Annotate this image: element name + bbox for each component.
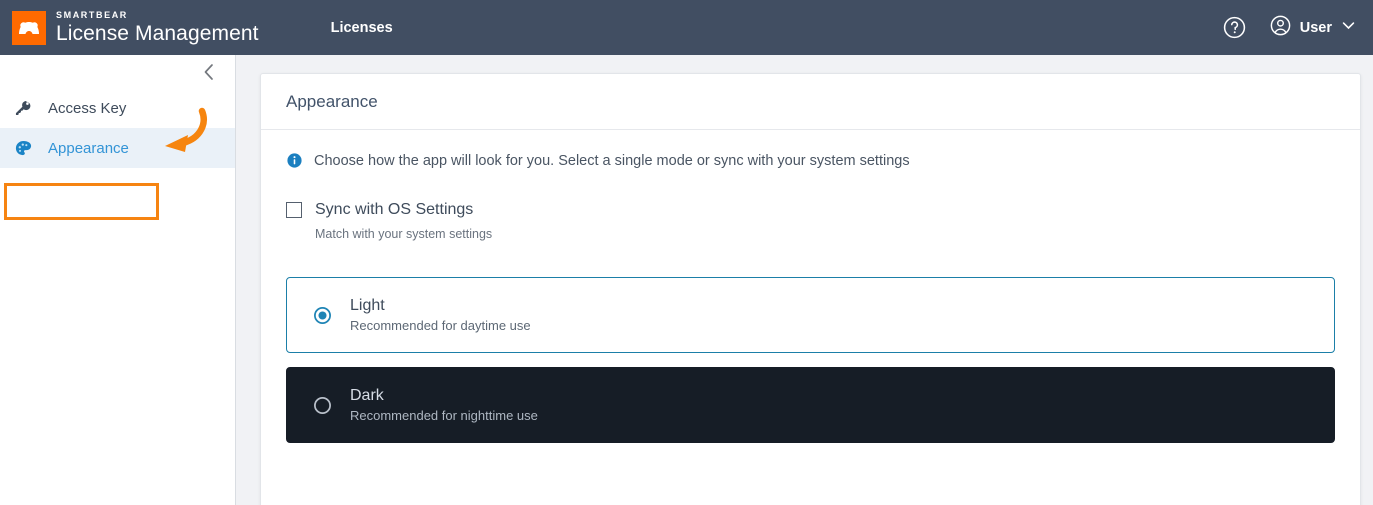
mode-option-dark[interactable]: Dark Recommended for nighttime use: [286, 367, 1335, 443]
nav-item-licenses[interactable]: Licenses: [327, 14, 397, 42]
mode-subtitle: Recommended for daytime use: [350, 318, 531, 333]
info-text: Choose how the app will look for you. Se…: [314, 152, 910, 169]
sidebar: Access Key Appearance: [0, 55, 236, 505]
radio-unselected-icon[interactable]: [313, 396, 332, 415]
brand-superlabel: SMARTBEAR: [56, 10, 128, 20]
app-root: SMARTBEAR License Management Licenses Us…: [0, 0, 1373, 505]
page-title: Appearance: [286, 91, 378, 111]
sync-os-row[interactable]: Sync with OS Settings: [286, 201, 1335, 219]
sidebar-item-appearance[interactable]: Appearance: [0, 128, 235, 168]
annotation-highlight-box: [4, 183, 159, 220]
chevron-left-icon[interactable]: [199, 60, 219, 84]
appearance-card: Appearance Choose how the app will look …: [260, 73, 1361, 505]
radio-selected-icon[interactable]: [313, 306, 332, 325]
info-banner: Choose how the app will look for you. Se…: [286, 152, 1335, 169]
mode-title: Light: [350, 297, 385, 314]
main-nav: Licenses: [327, 14, 397, 42]
user-circle-icon: [1269, 14, 1292, 42]
sync-os-checkbox[interactable]: [286, 202, 302, 218]
brand[interactable]: SMARTBEAR License Management: [0, 10, 259, 45]
mode-subtitle: Recommended for nighttime use: [350, 408, 538, 423]
sync-os-sublabel: Match with your system settings: [315, 227, 493, 241]
sidebar-collapse-row: [0, 55, 235, 88]
smartbear-logo-icon: [12, 10, 46, 45]
brand-title: License Management: [56, 22, 259, 45]
help-circle-icon[interactable]: [1222, 15, 1247, 40]
sidebar-item-label: Access Key: [48, 99, 127, 117]
sidebar-item-access-key[interactable]: Access Key: [0, 88, 235, 128]
user-name-label: User: [1299, 19, 1332, 36]
sync-os-label[interactable]: Sync with OS Settings: [315, 201, 473, 219]
main-content: Appearance Choose how the app will look …: [236, 55, 1373, 505]
user-menu[interactable]: User: [1269, 14, 1357, 42]
sidebar-item-label: Appearance: [48, 139, 129, 157]
chevron-down-icon[interactable]: [1340, 17, 1357, 39]
card-header: Appearance: [261, 74, 1360, 130]
info-icon: [286, 152, 303, 169]
app-header: SMARTBEAR License Management Licenses Us…: [0, 0, 1373, 55]
mode-title: Dark: [350, 387, 384, 404]
mode-option-light[interactable]: Light Recommended for daytime use: [286, 277, 1335, 353]
key-icon: [14, 99, 40, 117]
card-body: Choose how the app will look for you. Se…: [261, 130, 1360, 443]
header-actions: User: [1222, 0, 1357, 55]
palette-icon: [14, 139, 40, 158]
